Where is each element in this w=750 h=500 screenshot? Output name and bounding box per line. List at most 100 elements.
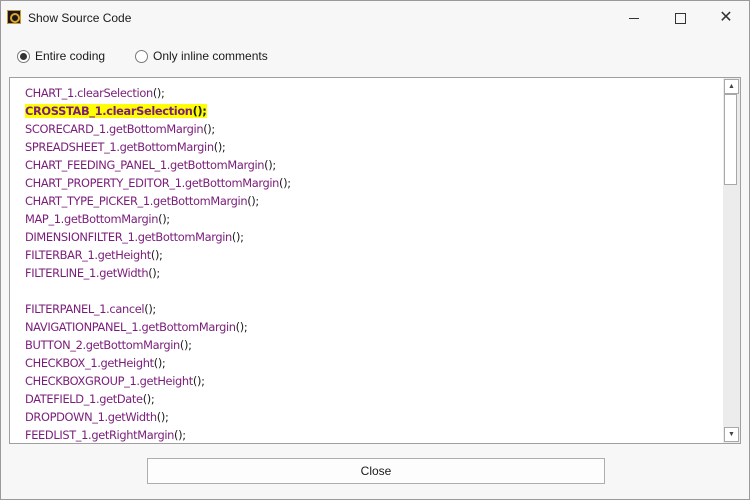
code-parens: (); bbox=[192, 104, 207, 118]
close-button[interactable]: Close bbox=[147, 458, 605, 484]
code-parens: (); bbox=[203, 122, 215, 136]
code-text: FILTERBAR_1.getHeight(); bbox=[25, 248, 163, 262]
code-line: NAVIGATIONPANEL_1.getBottomMargin(); bbox=[25, 318, 291, 336]
code-text: DROPDOWN_1.getWidth(); bbox=[25, 410, 169, 424]
code-parens: (); bbox=[235, 320, 248, 334]
code-text: SCORECARD_1.getBottomMargin(); bbox=[25, 122, 215, 136]
code-text: CHECKBOX_1.getHeight(); bbox=[25, 356, 166, 370]
code-text: NAVIGATIONPANEL_1.getBottomMargin(); bbox=[25, 320, 248, 334]
code-parens: (); bbox=[279, 176, 291, 190]
code-line: FEEDLIST_1.getRightMargin(); bbox=[25, 426, 291, 443]
code-lines: CHART_1.clearSelection(); CROSSTAB_1.clea… bbox=[25, 84, 291, 443]
code-parens: (); bbox=[179, 338, 192, 352]
code-line: FILTERPANEL_1.cancel(); bbox=[25, 300, 291, 318]
code-line: SPREADSHEET_1.getBottomMargin(); bbox=[25, 138, 291, 156]
code-statement: CHART_1.clearSelection bbox=[25, 86, 153, 100]
code-line: CHART_PROPERTY_EDITOR_1.getBottomMargin(… bbox=[25, 174, 291, 192]
code-parens: (); bbox=[156, 410, 169, 424]
code-line: FILTERLINE_1.getWidth(); bbox=[25, 264, 291, 282]
code-text: CHART_FEEDING_PANEL_1.getBottomMargin(); bbox=[25, 158, 276, 172]
minimize-button[interactable] bbox=[611, 1, 657, 35]
code-parens: (); bbox=[174, 428, 186, 442]
code-line: DROPDOWN_1.getWidth(); bbox=[25, 408, 291, 426]
code-line-highlighted: CROSSTAB_1.clearSelection(); bbox=[25, 102, 291, 120]
arrow-down-icon: ▼ bbox=[728, 431, 735, 438]
window-title: Show Source Code bbox=[28, 11, 132, 25]
radio-label: Entire coding bbox=[35, 49, 106, 63]
code-statement: CHART_PROPERTY_EDITOR_1.getBottomMargin bbox=[25, 176, 280, 190]
code-parens: (); bbox=[247, 194, 259, 208]
code-line: DIMENSIONFILTER_1.getBottomMargin(); bbox=[25, 228, 291, 246]
minimize-icon bbox=[629, 17, 639, 19]
code-statement: FILTERPANEL_1.cancel bbox=[25, 302, 145, 316]
code-line: CHART_FEEDING_PANEL_1.getBottomMargin(); bbox=[25, 156, 291, 174]
close-icon: ✕ bbox=[719, 9, 733, 26]
code-text: FILTERPANEL_1.cancel(); bbox=[25, 302, 156, 316]
radio-only-inline-comments[interactable]: Only inline comments bbox=[135, 48, 268, 64]
code-statement: CROSSTAB_1.clearSelection bbox=[25, 104, 193, 118]
source-code-textarea[interactable]: CHART_1.clearSelection(); CROSSTAB_1.clea… bbox=[9, 77, 741, 444]
code-statement: FILTERLINE_1.getWidth bbox=[25, 266, 149, 280]
code-parens: (); bbox=[144, 302, 156, 316]
code-statement: FILTERBAR_1.getHeight bbox=[25, 248, 151, 262]
code-line: DATEFIELD_1.getDate(); bbox=[25, 390, 291, 408]
code-statement: DROPDOWN_1.getWidth bbox=[25, 410, 157, 424]
code-text: BUTTON_2.getBottomMargin(); bbox=[25, 338, 192, 352]
code-statement: SCORECARD_1.getBottomMargin bbox=[25, 122, 204, 136]
code-statement: MAP_1.getBottomMargin bbox=[25, 212, 159, 226]
code-statement: FEEDLIST_1.getRightMargin bbox=[25, 428, 175, 442]
scroll-thumb[interactable] bbox=[724, 94, 737, 185]
code-text: DATEFIELD_1.getDate(); bbox=[25, 392, 155, 406]
code-text: CROSSTAB_1.clearSelection(); bbox=[25, 104, 207, 118]
code-parens: (); bbox=[153, 356, 166, 370]
code-statement: DIMENSIONFILTER_1.getBottomMargin bbox=[25, 230, 232, 244]
maximize-button[interactable] bbox=[657, 1, 703, 35]
code-parens: (); bbox=[142, 392, 155, 406]
close-window-button[interactable]: ✕ bbox=[703, 1, 749, 35]
code-parens: (); bbox=[152, 86, 165, 100]
arrow-up-icon: ▲ bbox=[728, 83, 735, 90]
code-parens: (); bbox=[158, 212, 170, 226]
maximize-icon bbox=[674, 12, 686, 24]
code-parens: (); bbox=[192, 374, 205, 388]
code-parens: (); bbox=[150, 248, 163, 262]
code-statement: CHART_TYPE_PICKER_1.getBottomMargin bbox=[25, 194, 248, 208]
code-line: CHECKBOXGROUP_1.getHeight(); bbox=[25, 372, 291, 390]
code-text: CHART_TYPE_PICKER_1.getBottomMargin(); bbox=[25, 194, 259, 208]
code-line: CHART_TYPE_PICKER_1.getBottomMargin(); bbox=[25, 192, 291, 210]
radio-entire-coding[interactable]: Entire coding bbox=[17, 48, 105, 64]
code-statement: CHECKBOX_1.getHeight bbox=[25, 356, 154, 370]
code-text: FEEDLIST_1.getRightMargin(); bbox=[25, 428, 186, 442]
code-line: FILTERBAR_1.getHeight(); bbox=[25, 246, 291, 264]
code-text: FILTERLINE_1.getWidth(); bbox=[25, 266, 160, 280]
code-line: BUTTON_2.getBottomMargin(); bbox=[25, 336, 291, 354]
code-statement: CHART_FEEDING_PANEL_1.getBottomMargin bbox=[25, 158, 265, 172]
code-parens: (); bbox=[264, 158, 276, 172]
radio-button[interactable] bbox=[17, 49, 30, 63]
code-line: CHART_1.clearSelection(); bbox=[25, 84, 291, 102]
code-statement: NAVIGATIONPANEL_1.getBottomMargin bbox=[25, 320, 236, 334]
code-line: CHECKBOX_1.getHeight(); bbox=[25, 354, 291, 372]
scroll-up-button[interactable]: ▲ bbox=[724, 79, 739, 94]
code-statement: CHECKBOXGROUP_1.getHeight bbox=[25, 374, 193, 388]
radio-button[interactable] bbox=[135, 49, 148, 63]
code-text: CHART_PROPERTY_EDITOR_1.getBottomMargin(… bbox=[25, 176, 291, 190]
code-text: CHECKBOXGROUP_1.getHeight(); bbox=[25, 374, 205, 388]
code-parens: (); bbox=[148, 266, 160, 280]
code-parens: (); bbox=[213, 140, 226, 154]
code-statement: BUTTON_2.getBottomMargin bbox=[25, 338, 180, 352]
code-text: DIMENSIONFILTER_1.getBottomMargin(); bbox=[25, 230, 244, 244]
scroll-down-button[interactable]: ▼ bbox=[724, 427, 739, 442]
code-text: MAP_1.getBottomMargin(); bbox=[25, 212, 170, 226]
vertical-scrollbar[interactable]: ▲ ▼ bbox=[723, 78, 740, 443]
code-text: SPREADSHEET_1.getBottomMargin(); bbox=[25, 140, 226, 154]
radio-label: Only inline comments bbox=[153, 49, 268, 63]
code-statement: SPREADSHEET_1.getBottomMargin bbox=[25, 140, 214, 154]
code-parens: (); bbox=[231, 230, 244, 244]
show-source-code-dialog: Show Source Code ✕ Entire coding Only in… bbox=[0, 0, 750, 500]
code-line: MAP_1.getBottomMargin(); bbox=[25, 210, 291, 228]
app-logo-icon bbox=[7, 10, 21, 24]
code-line: SCORECARD_1.getBottomMargin(); bbox=[25, 120, 291, 138]
code-statement: DATEFIELD_1.getDate bbox=[25, 392, 143, 406]
